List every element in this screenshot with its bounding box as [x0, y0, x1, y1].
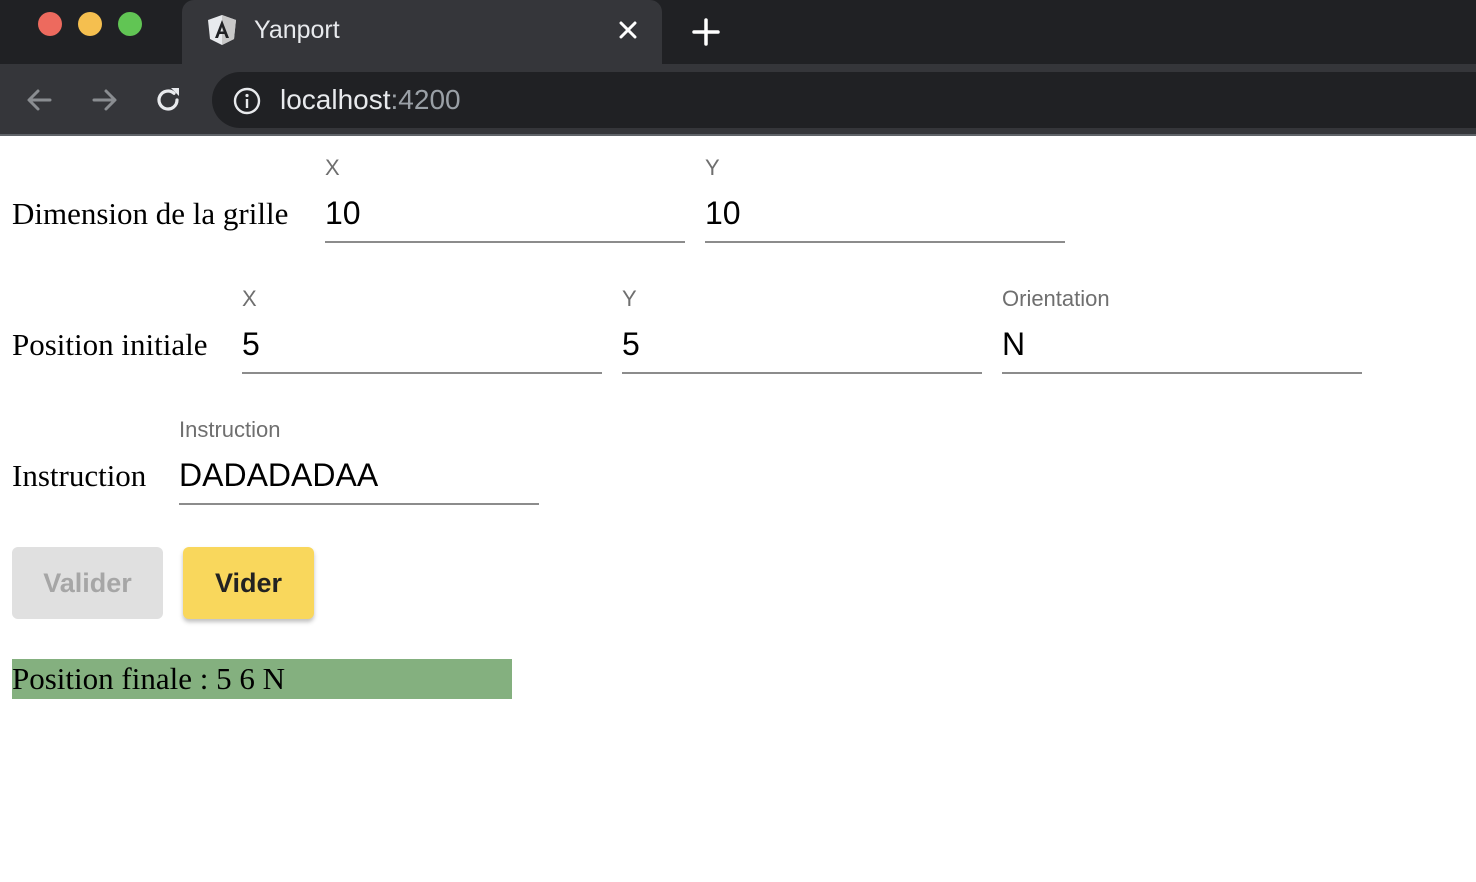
orientation-underline [1002, 372, 1362, 374]
initial-y-label: Y [622, 286, 637, 311]
initial-y-input[interactable]: 5 [622, 324, 640, 364]
plus-icon[interactable] [688, 14, 724, 50]
instruction-input[interactable]: DADADADAA [179, 455, 378, 495]
reload-icon[interactable] [150, 82, 186, 118]
final-position-result: Position finale : 5 6 N [12, 659, 512, 699]
back-arrow-icon[interactable] [22, 82, 58, 118]
instruction-field[interactable]: Instruction DADADADAA [179, 417, 539, 527]
window-minimize-dot[interactable] [78, 12, 102, 36]
initial-x-underline [242, 372, 602, 374]
grid-x-underline [325, 241, 685, 243]
grid-y-field[interactable]: Y 10 [705, 155, 1065, 265]
instruction-underline [179, 503, 539, 505]
window-close-dot[interactable] [38, 12, 62, 36]
initial-x-input[interactable]: 5 [242, 324, 260, 364]
tab-title: Yanport [254, 16, 340, 44]
grid-x-field[interactable]: X 10 [325, 155, 685, 265]
close-icon[interactable] [614, 16, 642, 44]
grid-x-input[interactable]: 10 [325, 193, 361, 233]
initial-x-field[interactable]: X 5 [242, 286, 602, 396]
initial-x-label: X [242, 286, 257, 311]
grid-y-label: Y [705, 155, 720, 180]
forward-arrow-icon[interactable] [86, 82, 122, 118]
vider-button[interactable]: Vider [183, 547, 314, 619]
address-bar[interactable]: localhost:4200 [212, 72, 1476, 128]
initial-position-label: Position initiale [12, 327, 208, 362]
instruction-row-label: Instruction [12, 458, 147, 493]
instruction-field-label: Instruction [179, 417, 281, 442]
grid-y-input[interactable]: 10 [705, 193, 741, 233]
grid-x-label: X [325, 155, 340, 180]
browser-toolbar: localhost:4200 [0, 64, 1476, 136]
browser-tab[interactable]: Yanport [182, 0, 662, 64]
initial-y-underline [622, 372, 982, 374]
orientation-field[interactable]: Orientation N [1002, 286, 1362, 396]
angular-favicon-icon [208, 15, 236, 45]
url-host: localhost [280, 84, 391, 115]
initial-y-field[interactable]: Y 5 [622, 286, 982, 396]
grid-dimension-label: Dimension de la grille [12, 196, 289, 231]
orientation-label: Orientation [1002, 286, 1110, 311]
grid-y-underline [705, 241, 1065, 243]
browser-tabstrip: Yanport [0, 0, 1476, 64]
valider-button[interactable]: Valider [12, 547, 163, 619]
orientation-input[interactable]: N [1002, 324, 1025, 364]
url-port: :4200 [390, 84, 461, 115]
window-zoom-dot[interactable] [118, 12, 142, 36]
info-icon[interactable] [232, 86, 262, 116]
url-text: localhost:4200 [280, 84, 461, 116]
